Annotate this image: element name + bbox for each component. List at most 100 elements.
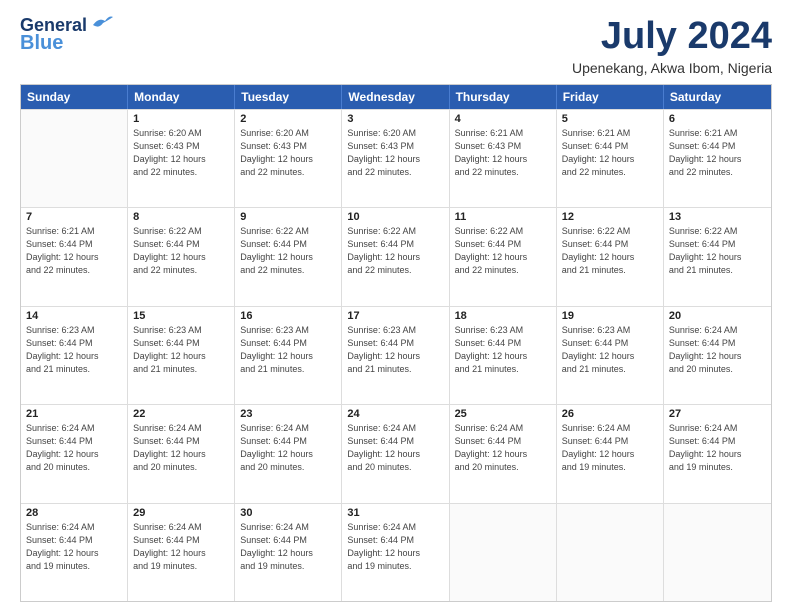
calendar-day-cell: 5Sunrise: 6:21 AM Sunset: 6:44 PM Daylig… <box>557 110 664 207</box>
calendar-day-cell: 9 Sunrise: 6:22 AM Sunset: 6:44 PM Daylig… <box>235 208 342 305</box>
day-number: 11 <box>455 211 551 223</box>
day-number: 13 <box>669 211 766 223</box>
calendar-week: 14 Sunrise: 6:23 AM Sunset: 6:44 PM Dayli… <box>21 306 771 404</box>
day-number: 2 <box>240 113 336 125</box>
day-number: 29 <box>133 507 229 519</box>
day-number: 15 <box>133 310 229 322</box>
calendar-header-cell: Wednesday <box>342 85 449 109</box>
day-number: 19 <box>562 310 658 322</box>
calendar-day-cell <box>450 504 557 601</box>
calendar-header-cell: Tuesday <box>235 85 342 109</box>
calendar-day-cell: 30Sunrise: 6:24 AM Sunset: 6:44 PM Dayli… <box>235 504 342 601</box>
day-number: 4 <box>455 113 551 125</box>
day-number: 1 <box>133 113 229 125</box>
day-info: Sunrise: 6:20 AM Sunset: 6:43 PM Dayligh… <box>240 127 336 179</box>
calendar-day-cell: 7Sunrise: 6:21 AM Sunset: 6:44 PM Daylig… <box>21 208 128 305</box>
calendar-week: 7Sunrise: 6:21 AM Sunset: 6:44 PM Daylig… <box>21 207 771 305</box>
calendar-day-cell: 26Sunrise: 6:24 AM Sunset: 6:44 PM Dayli… <box>557 405 664 502</box>
main-title: July 2024 <box>572 16 772 58</box>
logo-bird-icon <box>91 15 113 33</box>
calendar-day-cell: 12 Sunrise: 6:22 AM Sunset: 6:44 PM Dayli… <box>557 208 664 305</box>
title-block: July 2024 Upenekang, Akwa Ibom, Nigeria <box>572 16 772 76</box>
calendar-day-cell: 8 Sunrise: 6:22 AM Sunset: 6:44 PM Daylig… <box>128 208 235 305</box>
day-info: Sunrise: 6:24 AM Sunset: 6:44 PM Dayligh… <box>26 521 122 573</box>
calendar-day-cell: 27 Sunrise: 6:24 AM Sunset: 6:44 PM Dayli… <box>664 405 771 502</box>
day-info: Sunrise: 6:24 AM Sunset: 6:44 PM Dayligh… <box>26 422 122 474</box>
day-info: Sunrise: 6:22 AM Sunset: 6:44 PM Dayligh… <box>133 225 229 277</box>
calendar-day-cell: 25 Sunrise: 6:24 AM Sunset: 6:44 PM Dayli… <box>450 405 557 502</box>
day-number: 7 <box>26 211 122 223</box>
calendar-day-cell: 4Sunrise: 6:21 AM Sunset: 6:43 PM Daylig… <box>450 110 557 207</box>
day-info: Sunrise: 6:24 AM Sunset: 6:44 PM Dayligh… <box>347 521 443 573</box>
calendar-day-cell: 17 Sunrise: 6:23 AM Sunset: 6:44 PM Dayli… <box>342 307 449 404</box>
logo: General Blue <box>20 16 113 54</box>
calendar-day-cell: 15 Sunrise: 6:23 AM Sunset: 6:44 PM Dayli… <box>128 307 235 404</box>
calendar-day-cell: 16 Sunrise: 6:23 AM Sunset: 6:44 PM Dayli… <box>235 307 342 404</box>
day-number: 22 <box>133 408 229 420</box>
day-info: Sunrise: 6:24 AM Sunset: 6:44 PM Dayligh… <box>133 521 229 573</box>
day-info: Sunrise: 6:22 AM Sunset: 6:44 PM Dayligh… <box>562 225 658 277</box>
subtitle: Upenekang, Akwa Ibom, Nigeria <box>572 60 772 76</box>
calendar-header-cell: Sunday <box>21 85 128 109</box>
day-info: Sunrise: 6:24 AM Sunset: 6:44 PM Dayligh… <box>347 422 443 474</box>
calendar-day-cell: 11 Sunrise: 6:22 AM Sunset: 6:44 PM Dayli… <box>450 208 557 305</box>
day-info: Sunrise: 6:23 AM Sunset: 6:44 PM Dayligh… <box>562 324 658 376</box>
day-info: Sunrise: 6:23 AM Sunset: 6:44 PM Dayligh… <box>347 324 443 376</box>
day-number: 17 <box>347 310 443 322</box>
day-number: 26 <box>562 408 658 420</box>
day-number: 31 <box>347 507 443 519</box>
day-number: 14 <box>26 310 122 322</box>
calendar-header-cell: Friday <box>557 85 664 109</box>
day-number: 9 <box>240 211 336 223</box>
day-info: Sunrise: 6:24 AM Sunset: 6:44 PM Dayligh… <box>240 521 336 573</box>
day-number: 3 <box>347 113 443 125</box>
day-info: Sunrise: 6:23 AM Sunset: 6:44 PM Dayligh… <box>240 324 336 376</box>
day-info: Sunrise: 6:21 AM Sunset: 6:44 PM Dayligh… <box>669 127 766 179</box>
calendar-day-cell: 23Sunrise: 6:24 AM Sunset: 6:44 PM Dayli… <box>235 405 342 502</box>
day-number: 6 <box>669 113 766 125</box>
day-info: Sunrise: 6:23 AM Sunset: 6:44 PM Dayligh… <box>26 324 122 376</box>
day-number: 25 <box>455 408 551 420</box>
day-info: Sunrise: 6:24 AM Sunset: 6:44 PM Dayligh… <box>669 422 766 474</box>
day-number: 10 <box>347 211 443 223</box>
calendar-header-cell: Monday <box>128 85 235 109</box>
day-info: Sunrise: 6:24 AM Sunset: 6:44 PM Dayligh… <box>455 422 551 474</box>
calendar-header-row: SundayMondayTuesdayWednesdayThursdayFrid… <box>21 85 771 109</box>
day-number: 28 <box>26 507 122 519</box>
day-info: Sunrise: 6:20 AM Sunset: 6:43 PM Dayligh… <box>133 127 229 179</box>
logo-text-blue: Blue <box>20 32 63 54</box>
header: General Blue July 2024 Upenekang, Akwa I… <box>20 16 772 76</box>
calendar-day-cell: 21Sunrise: 6:24 AM Sunset: 6:44 PM Dayli… <box>21 405 128 502</box>
day-number: 23 <box>240 408 336 420</box>
calendar-day-cell <box>664 504 771 601</box>
calendar-day-cell: 29 Sunrise: 6:24 AM Sunset: 6:44 PM Dayli… <box>128 504 235 601</box>
calendar-day-cell: 28 Sunrise: 6:24 AM Sunset: 6:44 PM Dayli… <box>21 504 128 601</box>
calendar-day-cell: 20Sunrise: 6:24 AM Sunset: 6:44 PM Dayli… <box>664 307 771 404</box>
day-number: 8 <box>133 211 229 223</box>
calendar-header-cell: Thursday <box>450 85 557 109</box>
day-number: 16 <box>240 310 336 322</box>
day-info: Sunrise: 6:20 AM Sunset: 6:43 PM Dayligh… <box>347 127 443 179</box>
day-number: 24 <box>347 408 443 420</box>
day-number: 18 <box>455 310 551 322</box>
calendar-day-cell <box>557 504 664 601</box>
calendar-day-cell: 3 Sunrise: 6:20 AM Sunset: 6:43 PM Daylig… <box>342 110 449 207</box>
calendar-day-cell: 10 Sunrise: 6:22 AM Sunset: 6:44 PM Dayli… <box>342 208 449 305</box>
day-info: Sunrise: 6:23 AM Sunset: 6:44 PM Dayligh… <box>133 324 229 376</box>
calendar-day-cell: 13Sunrise: 6:22 AM Sunset: 6:44 PM Dayli… <box>664 208 771 305</box>
page: General Blue July 2024 Upenekang, Akwa I… <box>0 0 792 612</box>
calendar-day-cell: 2 Sunrise: 6:20 AM Sunset: 6:43 PM Daylig… <box>235 110 342 207</box>
calendar-week: 28 Sunrise: 6:24 AM Sunset: 6:44 PM Dayli… <box>21 503 771 601</box>
day-info: Sunrise: 6:23 AM Sunset: 6:44 PM Dayligh… <box>455 324 551 376</box>
day-number: 27 <box>669 408 766 420</box>
calendar-day-cell: 1 Sunrise: 6:20 AM Sunset: 6:43 PM Daylig… <box>128 110 235 207</box>
day-number: 12 <box>562 211 658 223</box>
day-info: Sunrise: 6:22 AM Sunset: 6:44 PM Dayligh… <box>455 225 551 277</box>
day-number: 20 <box>669 310 766 322</box>
calendar-day-cell: 18 Sunrise: 6:23 AM Sunset: 6:44 PM Dayli… <box>450 307 557 404</box>
calendar: SundayMondayTuesdayWednesdayThursdayFrid… <box>20 84 772 602</box>
day-info: Sunrise: 6:22 AM Sunset: 6:44 PM Dayligh… <box>240 225 336 277</box>
calendar-day-cell: 24 Sunrise: 6:24 AM Sunset: 6:44 PM Dayli… <box>342 405 449 502</box>
day-info: Sunrise: 6:22 AM Sunset: 6:44 PM Dayligh… <box>347 225 443 277</box>
calendar-day-cell <box>21 110 128 207</box>
